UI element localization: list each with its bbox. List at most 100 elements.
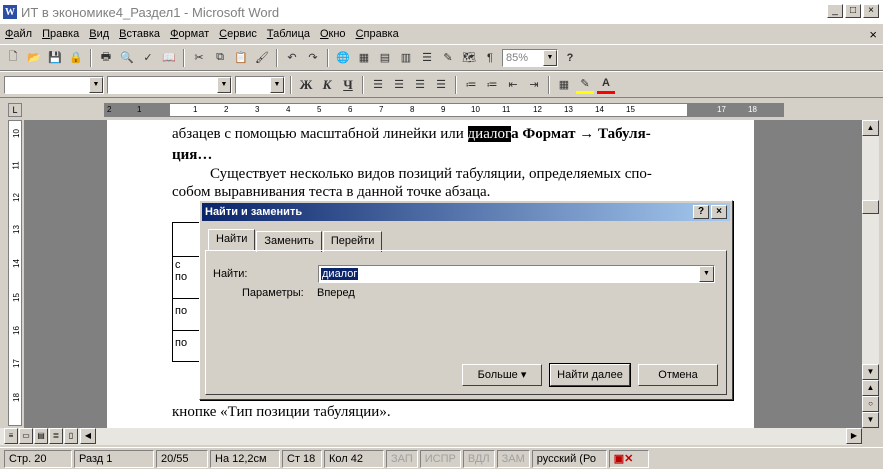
chevron-down-icon[interactable]: ▼ [270,76,284,93]
hyperlink-icon[interactable]: 🌐 [334,49,352,67]
dialog-close-button[interactable]: × [711,205,727,219]
menu-edit[interactable]: Правка [37,28,84,40]
params-value: Вперед [317,287,355,299]
status-trk[interactable]: ИСПР [419,449,461,468]
chevron-down-icon[interactable]: ▼ [217,76,231,93]
style-select[interactable]: ▼ [4,75,104,94]
spelling-icon[interactable]: ✓ [139,49,157,67]
find-next-button[interactable]: Найти далее [549,363,631,387]
scroll-down-icon[interactable]: ▼ [862,364,879,380]
undo-icon[interactable]: ↶ [283,49,301,67]
research-icon[interactable]: 📖 [160,49,178,67]
font-size-select[interactable]: ▼ [235,75,285,94]
status-ovr[interactable]: ЗАМ [496,449,530,468]
spelling-status-icon[interactable]: ▣✕ [608,449,649,468]
more-button[interactable]: Больше ▾ [462,364,542,386]
numbering-icon[interactable]: ≔ [462,76,480,94]
justify-icon[interactable]: ☰ [432,76,450,94]
outline-view-icon[interactable]: ≣ [49,428,63,444]
scroll-left-icon[interactable]: ◀ [80,428,96,444]
tables-borders-icon[interactable]: ▦ [355,49,373,67]
menu-table[interactable]: Таблица [262,28,315,40]
web-view-icon[interactable]: ▭ [19,428,33,444]
drawing-icon[interactable]: ✎ [439,49,457,67]
doc-text: а Формат → Табуля- [511,126,651,142]
find-input[interactable]: диалог ▼ [318,265,715,283]
chevron-down-icon[interactable]: ▼ [89,76,103,93]
font-select[interactable]: ▼ [107,75,232,94]
menu-file[interactable]: Файл [0,28,37,40]
dialog-help-button[interactable]: ? [693,205,709,219]
highlight-icon[interactable]: ✎ [576,76,594,94]
ruler-number: 2 [107,105,112,114]
help-icon[interactable]: ? [561,49,579,67]
cancel-button[interactable]: Отмена [638,364,718,386]
tab-replace[interactable]: Заменить [256,231,322,252]
align-left-icon[interactable]: ☰ [369,76,387,94]
status-rec[interactable]: ЗАП [386,449,418,468]
underline-button[interactable]: Ч [339,76,357,94]
tab-goto[interactable]: Перейти [322,231,383,252]
tab-selector-icon[interactable]: L [8,103,22,117]
status-ext[interactable]: ВДЛ [462,449,495,468]
minimize-button[interactable]: _ [827,4,843,18]
horizontal-scrollbar[interactable]: ≡ ▭ ▤ ≣ ▯ ◀ ▶ [0,428,862,445]
increase-indent-icon[interactable]: ⇥ [525,76,543,94]
scroll-up-icon[interactable]: ▲ [862,120,879,136]
document-map-icon[interactable]: 🗺 [460,49,478,67]
format-painter-icon[interactable]: 🖌 [253,49,271,67]
align-right-icon[interactable]: ☰ [411,76,429,94]
new-icon[interactable]: 🗋 [4,49,22,67]
decrease-indent-icon[interactable]: ⇤ [504,76,522,94]
print-preview-icon[interactable]: 🔍 [118,49,136,67]
tab-find[interactable]: Найти [208,229,256,250]
chevron-down-icon[interactable]: ▼ [699,266,714,282]
vertical-scrollbar[interactable]: ▲ ▼ ▲ ○ ▼ [862,120,879,428]
save-icon[interactable]: 💾 [46,49,64,67]
font-color-icon[interactable]: A [597,76,615,94]
columns-icon[interactable]: ☰ [418,49,436,67]
permission-icon[interactable]: 🔒 [67,49,85,67]
browse-object-icon[interactable]: ○ [862,396,879,412]
copy-icon[interactable]: ⧉ [211,49,229,67]
italic-button[interactable]: К [318,76,336,94]
close-button[interactable]: × [863,4,879,18]
menu-tools[interactable]: Сервис [214,28,262,40]
normal-view-icon[interactable]: ≡ [4,428,18,444]
menu-help[interactable]: Справка [351,28,404,40]
scroll-thumb[interactable] [862,200,879,214]
next-page-icon[interactable]: ▼ [862,412,879,428]
scroll-right-icon[interactable]: ▶ [846,428,862,444]
doc-line: Существует несколько видов позиций табул… [210,166,652,182]
vertical-ruler[interactable]: 10 11 12 13 14 15 16 17 18 [8,120,22,426]
zoom-select[interactable]: 85% ▼ [502,48,558,67]
show-formatting-icon[interactable]: ¶ [481,49,499,67]
dialog-title-bar[interactable]: Найти и заменить ? × [202,203,730,221]
borders-icon[interactable]: ▦ [555,76,573,94]
menu-insert[interactable]: Вставка [114,28,165,40]
open-icon[interactable]: 📂 [25,49,43,67]
ruler-number: 9 [441,105,446,114]
paste-icon[interactable]: 📋 [232,49,250,67]
reading-view-icon[interactable]: ▯ [64,428,78,444]
status-language[interactable]: русский (Ро [531,449,607,468]
chevron-down-icon[interactable]: ▼ [543,49,557,66]
document-close-icon[interactable]: × [869,27,877,42]
print-layout-icon[interactable]: ▤ [34,428,48,444]
redo-icon[interactable]: ↷ [304,49,322,67]
insert-excel-icon[interactable]: ▥ [397,49,415,67]
bold-button[interactable]: Ж [297,76,315,94]
align-center-icon[interactable]: ☰ [390,76,408,94]
bullets-icon[interactable]: ≔ [483,76,501,94]
cut-icon[interactable]: ✂ [190,49,208,67]
maximize-button[interactable]: □ [845,4,861,18]
prev-page-icon[interactable]: ▲ [862,380,879,396]
print-icon[interactable]: 🖶 [97,49,115,67]
menu-view[interactable]: Вид [84,28,114,40]
menu-format[interactable]: Формат [165,28,214,40]
word-app-icon[interactable]: W [3,5,17,19]
menu-window[interactable]: Окно [315,28,351,40]
doc-line: ция… [172,147,213,163]
horizontal-ruler[interactable]: 2 1 1 2 3 4 5 6 7 8 9 10 11 12 13 14 15 … [104,103,784,117]
insert-table-icon[interactable]: ▤ [376,49,394,67]
